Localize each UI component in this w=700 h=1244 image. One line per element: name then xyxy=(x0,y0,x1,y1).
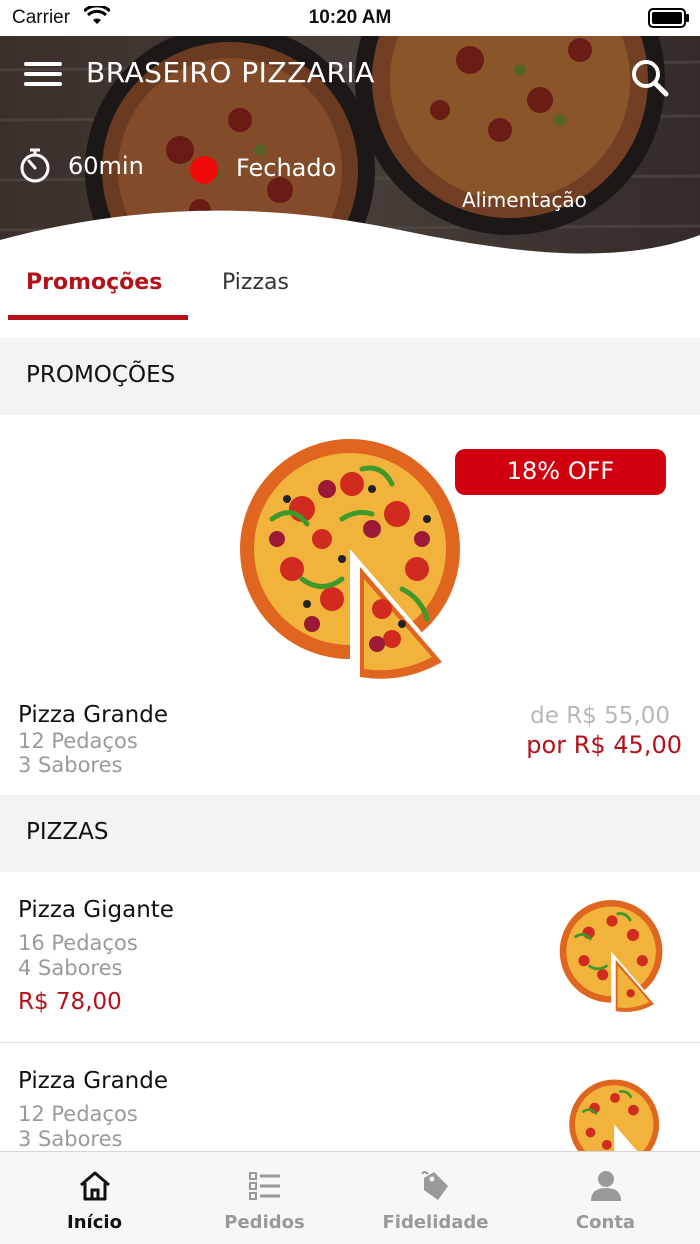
store-category: Alimentação xyxy=(462,188,587,212)
section-header-pizzas: PIZZAS xyxy=(0,795,700,872)
account-icon xyxy=(591,1171,621,1201)
orders-list-icon xyxy=(249,1172,280,1200)
nav-fidelidade[interactable]: Fidelidade xyxy=(348,1152,523,1244)
item-price: R$ 78,00 xyxy=(18,989,122,1015)
battery-icon xyxy=(648,8,689,28)
item-flavors: 3 Sabores xyxy=(18,1127,123,1151)
nav-label: Conta xyxy=(575,1212,636,1233)
store-info-row: 60min Fechado Alimentação xyxy=(0,140,700,212)
nav-conta[interactable]: Conta xyxy=(518,1152,693,1244)
original-price: de R$ 55,00 xyxy=(530,703,670,729)
store-header: Carrier 10:20 AM BRASEIRO PIZZARIA 60min… xyxy=(0,0,700,260)
item-name: Pizza Grande xyxy=(18,1068,169,1094)
nav-label: Fidelidade xyxy=(382,1212,489,1233)
promo-price: por R$ 45,00 xyxy=(526,731,682,759)
top-app-bar: BRASEIRO PIZZARIA xyxy=(0,36,700,116)
tab-promocoes[interactable]: Promoções xyxy=(26,270,162,295)
tab-pizzas[interactable]: Pizzas xyxy=(222,270,289,295)
home-icon xyxy=(80,1171,110,1201)
section-header-promocoes: PROMOÇÕES xyxy=(0,338,700,415)
item-flavors: 3 Sabores xyxy=(18,753,123,777)
discount-badge: 18% OFF xyxy=(455,449,666,495)
item-slices: 12 Pedaços xyxy=(18,1102,138,1126)
clock: 10:20 AM xyxy=(308,7,392,28)
status-indicator-dot xyxy=(190,156,218,184)
category-tabs: Promoções Pizzas xyxy=(0,260,700,338)
pizza-thumbnail xyxy=(559,900,663,1012)
section-title: PROMOÇÕES xyxy=(26,362,176,388)
status-bar: Carrier 10:20 AM xyxy=(0,0,700,36)
bottom-tab-bar: Início Pedidos Fidelidade Conta xyxy=(0,1151,700,1244)
stopwatch-icon xyxy=(20,148,50,183)
item-flavors: 4 Sabores xyxy=(18,956,123,980)
nav-label: Pedidos xyxy=(224,1212,305,1233)
item-slices: 12 Pedaços xyxy=(18,729,138,753)
nav-label: Início xyxy=(67,1212,122,1233)
delivery-time: 60min xyxy=(68,152,144,180)
nav-inicio[interactable]: Início xyxy=(7,1152,182,1244)
search-icon[interactable] xyxy=(628,56,672,100)
loyalty-tag-icon xyxy=(421,1171,448,1200)
item-name: Pizza Grande xyxy=(18,702,169,728)
store-name: BRASEIRO PIZZARIA xyxy=(86,56,375,89)
nav-pedidos[interactable]: Pedidos xyxy=(177,1152,352,1244)
list-item[interactable]: Pizza Gigante 16 Pedaços 4 Sabores R$ 78… xyxy=(0,872,700,1043)
section-title: PIZZAS xyxy=(26,819,109,845)
menu-button[interactable] xyxy=(22,58,64,90)
active-tab-indicator xyxy=(8,315,188,320)
store-status: Fechado xyxy=(236,154,337,182)
promo-item-card[interactable]: 18% OFF Pizza Grande 12 Pedaços 3 Sabore… xyxy=(0,415,700,795)
item-name: Pizza Gigante xyxy=(18,897,174,923)
pizza-image xyxy=(240,439,460,679)
item-slices: 16 Pedaços xyxy=(18,931,138,955)
